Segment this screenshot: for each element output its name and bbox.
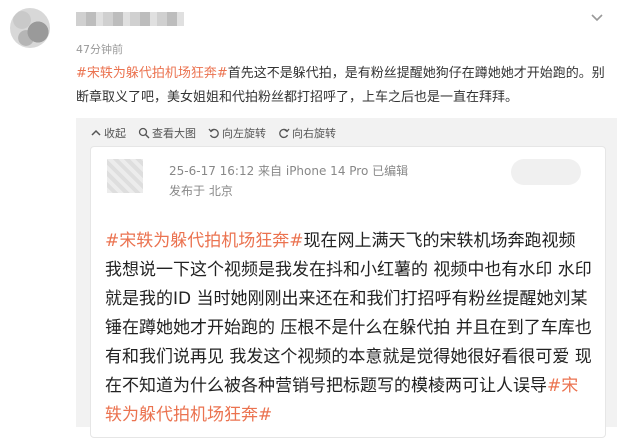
image-viewer: 收起 查看大图 向左旋转 向右旋转 25-6-17 16:12 来自 iPhon… [76, 118, 617, 438]
card-meta-line1: 25-6-17 16:12 来自 iPhone 14 Pro 已编辑 [169, 164, 409, 178]
follow-button-redacted [511, 159, 581, 185]
rotate-left-label: 向左旋转 [222, 127, 266, 140]
card-meta: 25-6-17 16:12 来自 iPhone 14 Pro 已编辑 发布于 北… [169, 161, 408, 201]
collapse-label: 收起 [104, 127, 126, 140]
screenshot-image[interactable]: 25-6-17 16:12 来自 iPhone 14 Pro 已编辑 发布于 北… [90, 146, 606, 438]
card-text: #宋轶为躲代拍机场狂奔#现在网上满天飞的宋轶机场奔跑视频 我想说一下这个视频是我… [105, 227, 595, 430]
rotate-left-button[interactable]: 向左旋转 [208, 125, 266, 141]
card-avatar-redacted [107, 159, 143, 193]
collapse-button[interactable]: 收起 [90, 125, 126, 141]
collapse-icon [91, 129, 101, 136]
username-redacted[interactable] [76, 12, 184, 26]
rotate-right-button[interactable]: 向右旋转 [278, 125, 336, 141]
magnifier-icon [138, 127, 150, 139]
rotate-right-icon [279, 128, 290, 139]
card-body: 现在网上满天飞的宋轶机场奔跑视频 我想说一下这个视频是我发在抖和小红薯的 视频中… [105, 231, 592, 396]
post-time: 47分钟前 [76, 43, 123, 56]
view-large-label: 查看大图 [152, 127, 196, 140]
user-avatar[interactable] [10, 8, 50, 48]
rotate-left-icon [208, 128, 219, 139]
rotate-right-label: 向右旋转 [292, 127, 336, 140]
post-text: #宋轶为躲代拍机场狂奔#首先这不是躲代拍，是有粉丝提醒她狗仔在蹲她她才开始跑的。… [76, 62, 606, 110]
view-large-button[interactable]: 查看大图 [138, 125, 196, 141]
chevron-down-icon[interactable] [589, 12, 605, 24]
card-hashtag-start: #宋轶为躲代拍机场狂奔# [105, 231, 304, 251]
card-meta-line2: 发布于 北京 [169, 184, 233, 198]
image-toolbar: 收起 查看大图 向左旋转 向右旋转 [90, 125, 336, 141]
post-hashtag-link[interactable]: #宋轶为躲代拍机场狂奔# [76, 66, 228, 81]
